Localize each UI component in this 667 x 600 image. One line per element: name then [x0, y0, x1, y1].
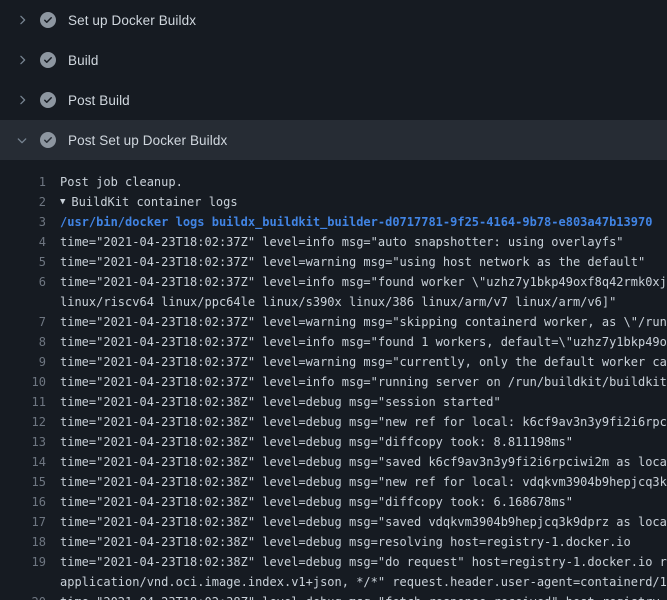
log-line: 5 time="2021-04-23T18:02:37Z" level=warn…: [0, 252, 667, 272]
step-header[interactable]: Post Set up Docker Buildx: [0, 120, 667, 160]
line-number[interactable]: 15: [0, 472, 46, 492]
chevron-icon[interactable]: [14, 92, 30, 108]
log-text: BuildKit container logs: [65, 192, 237, 212]
check-circle-icon: [40, 12, 56, 28]
log-text: time="2021-04-23T18:02:37Z" level=warnin…: [46, 312, 667, 332]
log-text: time="2021-04-23T18:02:38Z" level=debug …: [46, 412, 667, 432]
line-number[interactable]: [0, 572, 46, 592]
line-number[interactable]: 9: [0, 352, 46, 372]
steps-list: Set up Docker Buildx Build Post Build: [0, 0, 667, 160]
log-text: time="2021-04-23T18:02:38Z" level=debug …: [46, 532, 631, 552]
line-number[interactable]: 13: [0, 432, 46, 452]
log-line: 13 time="2021-04-23T18:02:38Z" level=deb…: [0, 432, 667, 452]
log-text: time="2021-04-23T18:02:37Z" level=warnin…: [46, 252, 645, 272]
log-text: time="2021-04-23T18:02:38Z" level=debug …: [46, 492, 573, 512]
log-line: 8 time="2021-04-23T18:02:37Z" level=info…: [0, 332, 667, 352]
log-text: time="2021-04-23T18:02:37Z" level=info m…: [46, 332, 667, 352]
step-header[interactable]: Build: [0, 40, 667, 80]
step-label: Post Build: [68, 93, 130, 108]
check-circle-icon: [40, 132, 56, 148]
log-text: application/vnd.oci.image.index.v1+json,…: [46, 572, 667, 592]
log-text: linux/riscv64 linux/ppc64le linux/s390x …: [46, 292, 616, 312]
log-text: time="2021-04-23T18:02:38Z" level=debug …: [46, 392, 501, 412]
log-line: 17 time="2021-04-23T18:02:38Z" level=deb…: [0, 512, 667, 532]
log-line: 19 time="2021-04-23T18:02:38Z" level=deb…: [0, 552, 667, 572]
group-caret-icon[interactable]: ▼: [46, 192, 65, 212]
step-label: Build: [68, 53, 99, 68]
log-text: time="2021-04-23T18:02:37Z" level=warnin…: [46, 352, 667, 372]
log-line: 6 time="2021-04-23T18:02:37Z" level=info…: [0, 272, 667, 292]
log-line: application/vnd.oci.image.index.v1+json,…: [0, 572, 667, 592]
line-number[interactable]: 18: [0, 532, 46, 552]
log-line: 7 time="2021-04-23T18:02:37Z" level=warn…: [0, 312, 667, 332]
log-line: 11 time="2021-04-23T18:02:38Z" level=deb…: [0, 392, 667, 412]
log-line: 1 Post job cleanup.: [0, 172, 667, 192]
step-label: Set up Docker Buildx: [68, 13, 196, 28]
log-text: time="2021-04-23T18:02:38Z" level=debug …: [46, 432, 573, 452]
line-number[interactable]: 11: [0, 392, 46, 412]
line-number[interactable]: 17: [0, 512, 46, 532]
check-circle-icon: [40, 92, 56, 108]
chevron-icon[interactable]: [14, 52, 30, 68]
line-number[interactable]: 8: [0, 332, 46, 352]
log-line: 10 time="2021-04-23T18:02:37Z" level=inf…: [0, 372, 667, 392]
line-number[interactable]: 6: [0, 272, 46, 292]
step-header[interactable]: Post Build: [0, 80, 667, 120]
log-line: 16 time="2021-04-23T18:02:38Z" level=deb…: [0, 492, 667, 512]
log-line: 4 time="2021-04-23T18:02:37Z" level=info…: [0, 232, 667, 252]
workflow-log-viewer: Set up Docker Buildx Build Post Build: [0, 0, 667, 600]
line-number[interactable]: 19: [0, 552, 46, 572]
log-text: time="2021-04-23T18:02:38Z" level=debug …: [46, 472, 667, 492]
log-text: time="2021-04-23T18:02:37Z" level=info m…: [46, 272, 667, 292]
line-number[interactable]: 3: [0, 212, 46, 232]
log-text: Post job cleanup.: [46, 172, 183, 192]
log-line: 3 /usr/bin/docker logs buildx_buildkit_b…: [0, 212, 667, 232]
check-circle-icon: [40, 52, 56, 68]
line-number[interactable]: 20: [0, 592, 46, 600]
line-number[interactable]: 2: [0, 192, 46, 212]
line-number[interactable]: 14: [0, 452, 46, 472]
log-line: 18 time="2021-04-23T18:02:38Z" level=deb…: [0, 532, 667, 552]
log-line: 2 ▼ BuildKit container logs: [0, 192, 667, 212]
log-line: 9 time="2021-04-23T18:02:37Z" level=warn…: [0, 352, 667, 372]
step-label: Post Set up Docker Buildx: [68, 133, 227, 148]
log-text: time="2021-04-23T18:02:38Z" level=debug …: [46, 512, 667, 532]
log-text: time="2021-04-23T18:02:38Z" level=debug …: [46, 452, 667, 472]
log-text: time="2021-04-23T18:02:37Z" level=info m…: [46, 232, 624, 252]
line-number[interactable]: 16: [0, 492, 46, 512]
log-text: time="2021-04-23T18:02:38Z" level=debug …: [46, 552, 667, 572]
log-line: 12 time="2021-04-23T18:02:38Z" level=deb…: [0, 412, 667, 432]
line-number[interactable]: 10: [0, 372, 46, 392]
log-text: time="2021-04-23T18:02:38Z" level=debug …: [46, 592, 660, 600]
line-number[interactable]: [0, 292, 46, 312]
log-line: 20 time="2021-04-23T18:02:38Z" level=deb…: [0, 592, 667, 600]
log-line: 14 time="2021-04-23T18:02:38Z" level=deb…: [0, 452, 667, 472]
log-text: time="2021-04-23T18:02:37Z" level=info m…: [46, 372, 667, 392]
line-number[interactable]: 7: [0, 312, 46, 332]
chevron-icon[interactable]: [14, 12, 30, 28]
log-line: 15 time="2021-04-23T18:02:38Z" level=deb…: [0, 472, 667, 492]
chevron-icon[interactable]: [14, 132, 30, 148]
log-lines: 1 Post job cleanup. 2 ▼ BuildKit contain…: [0, 160, 667, 600]
step-header[interactable]: Set up Docker Buildx: [0, 0, 667, 40]
line-number[interactable]: 4: [0, 232, 46, 252]
log-text: /usr/bin/docker logs buildx_buildkit_bui…: [46, 212, 652, 232]
log-line: linux/riscv64 linux/ppc64le linux/s390x …: [0, 292, 667, 312]
line-number[interactable]: 5: [0, 252, 46, 272]
line-number[interactable]: 1: [0, 172, 46, 192]
line-number[interactable]: 12: [0, 412, 46, 432]
